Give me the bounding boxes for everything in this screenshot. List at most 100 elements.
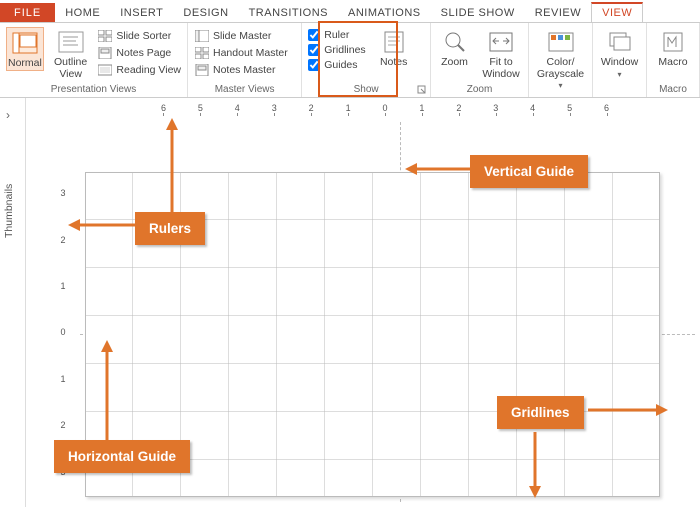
group-label-zoom: Zoom [431, 83, 528, 97]
guides-checkbox[interactable]: Guides [308, 59, 365, 71]
gridlines-checkbox-label: Gridlines [324, 44, 365, 56]
dropdown-caret-icon: ▾ [617, 71, 621, 79]
group-label-show: Show [302, 83, 430, 97]
ribbon: Normal Outline View Slide Sorter Notes P… [0, 22, 700, 98]
macros-icon [659, 29, 687, 55]
outline-view-label: Outline View [52, 57, 90, 80]
arrow-icon [588, 403, 668, 420]
notes-page-icon [97, 46, 113, 60]
tab-insert[interactable]: INSERT [110, 4, 173, 22]
tab-animations[interactable]: ANIMATIONS [338, 4, 431, 22]
group-label-presentation-views: Presentation Views [0, 83, 187, 97]
normal-view-button[interactable]: Normal [6, 27, 44, 71]
group-label-master-views: Master Views [188, 83, 301, 97]
tab-review[interactable]: REVIEW [525, 4, 591, 22]
ruler-tick: 1 [60, 356, 65, 402]
reading-view-button[interactable]: Reading View [97, 63, 181, 77]
outline-view-button[interactable]: Outline View [52, 27, 90, 80]
tab-transitions[interactable]: TRANSITIONS [239, 4, 338, 22]
arrow-icon [100, 340, 114, 443]
ruler-checkbox-label: Ruler [324, 29, 349, 41]
normal-view-label: Normal [8, 58, 42, 70]
slide-sorter-label: Slide Sorter [116, 30, 171, 42]
notes-page-button[interactable]: Notes Page [97, 46, 181, 60]
guides-checkbox-input[interactable] [308, 59, 320, 71]
tab-design[interactable]: DESIGN [173, 4, 238, 22]
callout-horizontal-guide: Horizontal Guide [54, 440, 190, 473]
group-color: Color/ Grayscale ▾ [529, 23, 593, 97]
ruler-tick: 4 [514, 103, 551, 113]
notes-master-button[interactable]: Notes Master [194, 63, 288, 77]
dropdown-caret-icon: ▾ [558, 82, 562, 90]
notes-master-label: Notes Master [213, 64, 275, 76]
thumbnails-expand-button[interactable]: › [6, 108, 10, 122]
ruler-tick: 4 [219, 103, 256, 113]
thumbnails-label: Thumbnails [3, 184, 15, 238]
group-master-views: Slide Master Handout Master Notes Master… [188, 23, 302, 97]
ribbon-tabs: FILE HOME INSERT DESIGN TRANSITIONS ANIM… [0, 0, 700, 22]
callout-gridlines: Gridlines [497, 396, 584, 429]
macros-button[interactable]: Macro [653, 27, 693, 69]
group-label-macros: Macro [647, 83, 699, 97]
group-zoom: Zoom Fit to Window Zoom [431, 23, 529, 97]
arrow-icon [528, 432, 542, 501]
tab-home[interactable]: HOME [55, 4, 110, 22]
ruler-tick: 1 [330, 103, 367, 113]
color-grayscale-label: Color/ Grayscale [535, 57, 586, 80]
group-presentation-views: Normal Outline View Slide Sorter Notes P… [0, 23, 188, 97]
gridlines-checkbox[interactable]: Gridlines [308, 44, 365, 56]
handout-master-label: Handout Master [213, 47, 288, 59]
normal-view-icon [11, 30, 39, 56]
ruler-tick: 2 [293, 103, 330, 113]
zoom-button[interactable]: Zoom [437, 27, 472, 69]
ruler-tick: 2 [60, 216, 65, 262]
ruler-tick: 5 [182, 103, 219, 113]
ruler-checkbox-input[interactable] [308, 29, 320, 41]
zoom-icon [441, 29, 469, 55]
horizontal-ruler: 6 5 4 3 2 1 0 1 2 3 4 5 6 [70, 100, 700, 116]
ruler-tick: 1 [403, 103, 440, 113]
slide-master-button[interactable]: Slide Master [194, 29, 288, 43]
group-window: Window ▾ [593, 23, 647, 97]
color-grayscale-icon [547, 29, 575, 55]
macros-label: Macro [658, 57, 687, 69]
show-dialog-launcher[interactable] [417, 85, 427, 95]
tab-view[interactable]: VIEW [591, 2, 643, 22]
notes-label: Notes [380, 57, 407, 69]
notes-button[interactable]: Notes [374, 27, 414, 69]
notes-page-label: Notes Page [116, 47, 171, 59]
fit-window-icon [487, 29, 515, 55]
ruler-tick: 3 [477, 103, 514, 113]
ruler-tick: 6 [145, 103, 182, 113]
window-label: Window [601, 57, 638, 69]
callout-rulers: Rulers [135, 212, 205, 245]
notes-icon [380, 29, 408, 55]
zoom-label: Zoom [441, 57, 468, 69]
group-macros: Macro Macro [647, 23, 700, 97]
color-grayscale-button[interactable]: Color/ Grayscale ▾ [535, 27, 586, 90]
ruler-checkbox[interactable]: Ruler [308, 29, 365, 41]
handout-master-icon [194, 46, 210, 60]
window-button[interactable]: Window ▾ [599, 27, 640, 79]
ruler-tick: 0 [60, 309, 65, 355]
ruler-tick: 1 [60, 263, 65, 309]
guides-checkbox-label: Guides [324, 59, 357, 71]
tab-file[interactable]: FILE [0, 3, 55, 22]
thumbnails-pane: › Thumbnails [0, 98, 26, 507]
group-show: Ruler Gridlines Guides Notes Show [302, 23, 431, 97]
callout-vertical-guide: Vertical Guide [470, 155, 588, 188]
slide-master-label: Slide Master [213, 30, 271, 42]
gridlines-checkbox-input[interactable] [308, 44, 320, 56]
ruler-tick: 3 [60, 170, 65, 216]
slide-sorter-button[interactable]: Slide Sorter [97, 29, 181, 43]
reading-view-label: Reading View [116, 64, 181, 76]
arrow-icon [165, 118, 179, 215]
handout-master-button[interactable]: Handout Master [194, 46, 288, 60]
ruler-tick: 5 [551, 103, 588, 113]
fit-window-button[interactable]: Fit to Window [480, 27, 522, 80]
arrow-icon [68, 218, 136, 235]
window-icon [606, 29, 634, 55]
ruler-tick: 6 [588, 103, 625, 113]
tab-slideshow[interactable]: SLIDE SHOW [431, 4, 525, 22]
notes-master-icon [194, 63, 210, 77]
